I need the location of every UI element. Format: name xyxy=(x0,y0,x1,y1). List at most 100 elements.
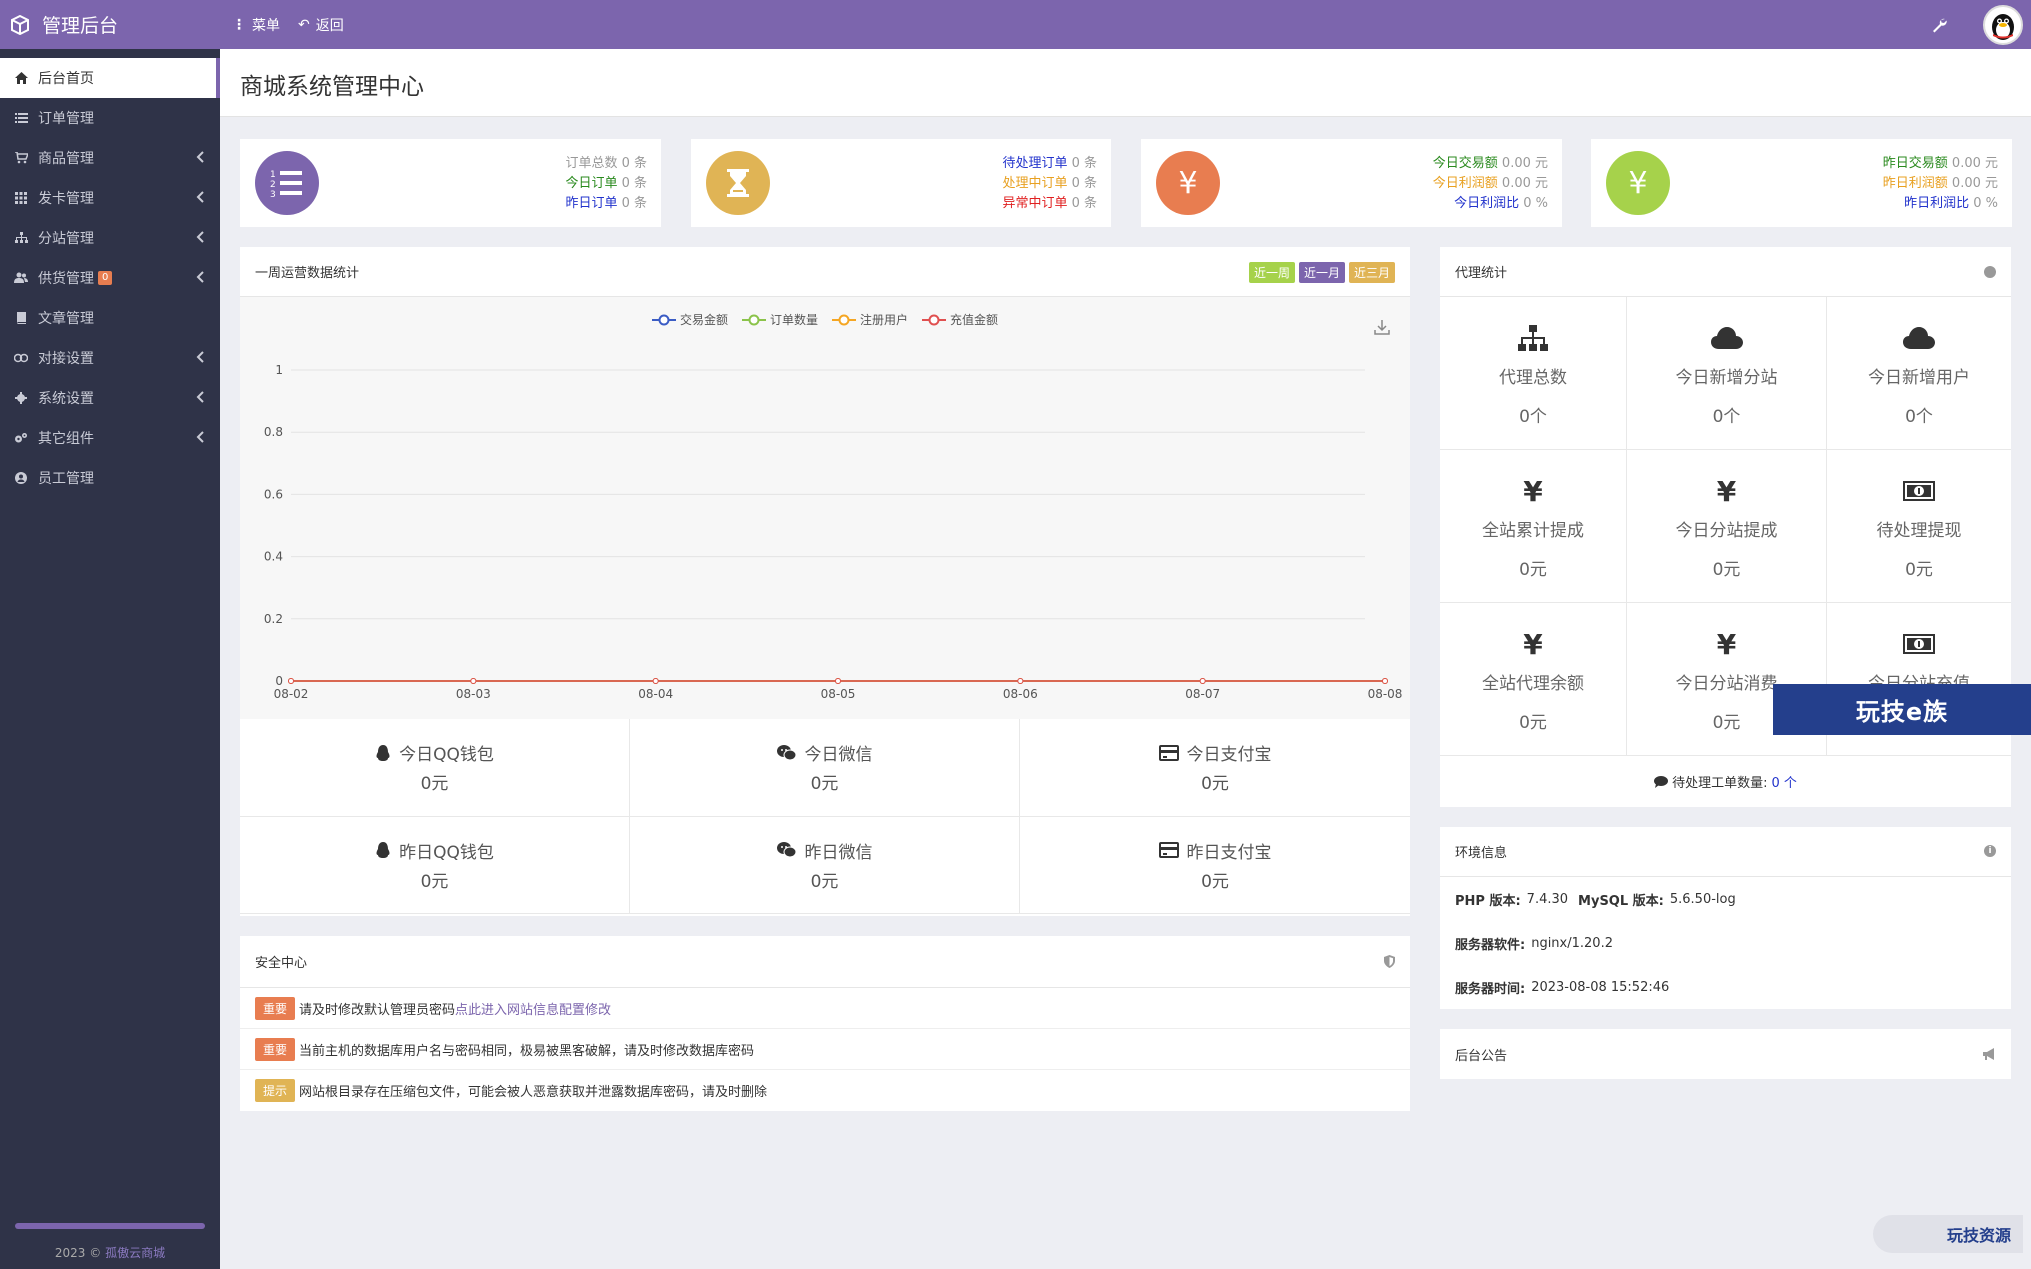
bullhorn-icon xyxy=(1983,1048,1994,1060)
data-point[interactable] xyxy=(652,678,659,684)
agent-label: 今日分站消费 xyxy=(1675,674,1778,694)
gear-icon xyxy=(14,391,28,405)
env-panel-header: 环境信息 i xyxy=(1440,827,2011,877)
tab-month[interactable]: 近一月 xyxy=(1298,262,1345,283)
tab-week[interactable]: 近一周 xyxy=(1248,262,1295,283)
count-badge: 0 xyxy=(98,271,113,285)
qq-icon xyxy=(376,842,390,859)
sidebar-item[interactable]: 订单管理 xyxy=(0,98,220,138)
env-info-panel: 环境信息 i PHP 版本: 7.4.30 MySQL 版本: 5.6.50-log… xyxy=(1440,827,2011,1009)
home-icon xyxy=(14,71,28,85)
brand[interactable]: 管理后台 xyxy=(0,0,220,49)
plug-icon xyxy=(14,351,28,365)
agent-label: 全站代理余额 xyxy=(1482,674,1584,694)
y-tick-label: 0.8 xyxy=(264,425,283,439)
sidebar-item-label: 订单管理 xyxy=(38,111,94,127)
yen-icon: ¥ xyxy=(1523,627,1543,661)
info-icon: i xyxy=(1984,845,1996,857)
data-point[interactable] xyxy=(1382,678,1388,684)
env-row-time: 服务器时间: 2023-08-08 15:52:46 xyxy=(1440,965,2011,1009)
stat-label: 异常中订单 xyxy=(1002,196,1068,211)
sidebar-item[interactable]: 供货管理 0 xyxy=(0,258,220,298)
wechat-icon xyxy=(776,842,796,858)
list-ol-icon: 123 xyxy=(255,151,319,215)
yen-icon: ¥ xyxy=(1606,151,1670,215)
agent-value: 0个 xyxy=(1519,407,1547,427)
page-title: 商城系统管理中心 xyxy=(240,74,424,100)
stat-label: 昨日利润额 xyxy=(1882,176,1948,191)
payment-grid: 今日QQ钱包 0元 今日微信 0元 今日支付宝 0元 昨日QQ钱包 0元 昨日微… xyxy=(240,719,1410,914)
cogs-icon xyxy=(14,431,28,445)
data-point[interactable] xyxy=(470,678,477,684)
agent-value: 0元 xyxy=(1712,713,1741,733)
footer-link[interactable]: 孤傲云商城 xyxy=(105,1246,165,1260)
sidebar-item[interactable]: 分站管理 xyxy=(0,218,220,258)
sidebar-item[interactable]: 后台首页 xyxy=(0,58,220,98)
grid-icon xyxy=(14,191,28,205)
watermark-logo: 玩技e族 xyxy=(1773,684,2031,735)
sidebar-item[interactable]: 系统设置 xyxy=(0,378,220,418)
stat-label: 今日订单 xyxy=(565,176,618,191)
cube-icon xyxy=(11,14,29,35)
sidebar-item[interactable]: 员工管理 xyxy=(0,458,220,498)
pay-label: 今日QQ钱包 xyxy=(399,745,494,766)
sitemap-icon xyxy=(14,231,28,245)
pay-value: 0元 xyxy=(420,871,449,892)
chevron-left-icon xyxy=(196,191,204,203)
stat-label: 今日利润比 xyxy=(1454,196,1520,211)
hourglass-icon xyxy=(706,151,770,215)
pay-cell-qq-today: 今日QQ钱包 0元 xyxy=(240,719,630,817)
data-point[interactable] xyxy=(1017,678,1024,684)
sitemap-icon xyxy=(1518,323,1548,353)
sidebar-item-label: 文章管理 xyxy=(38,311,94,327)
sidebar-item[interactable]: 文章管理 xyxy=(0,298,220,338)
x-tick-label: 08-05 xyxy=(821,687,856,701)
wrench-icon[interactable] xyxy=(1931,17,1947,33)
agent-cell: ¥ 全站累计提成 0元 xyxy=(1440,450,1627,603)
pay-label: 今日微信 xyxy=(804,745,873,766)
agent-cell: 待处理提现 0元 xyxy=(1827,450,2011,603)
security-tag: 提示 xyxy=(255,1079,296,1102)
security-config-link[interactable]: 点此进入网站信息配置修改 xyxy=(455,999,611,1018)
sidebar-item[interactable]: 对接设置 xyxy=(0,338,220,378)
chevron-left-icon xyxy=(196,271,204,283)
avatar[interactable] xyxy=(1983,5,2023,45)
security-text: 请及时修改默认管理员密码 xyxy=(299,1002,456,1018)
agent-label: 今日新增分站 xyxy=(1675,368,1778,388)
ellipsis-v-icon: ⋮ xyxy=(232,16,246,33)
stat-label: 昨日交易额 xyxy=(1882,156,1948,171)
agent-value: 0元 xyxy=(1712,560,1741,580)
page-header: 商城系统管理中心 xyxy=(220,49,2031,117)
sidebar-item[interactable]: 其它组件 xyxy=(0,418,220,458)
sidebar-item-label: 其它组件 xyxy=(38,431,94,447)
sidebar-item[interactable]: 发卡管理 xyxy=(0,178,220,218)
penguin-icon xyxy=(1992,14,2014,40)
menu-toggle-button[interactable]: ⋮ 菜单 xyxy=(232,15,280,35)
server-value: nginx/1.20.2 xyxy=(1531,935,1613,951)
comment-icon xyxy=(1654,775,1669,788)
data-point[interactable] xyxy=(1199,678,1206,684)
ticket-row[interactable]: 待处理工单数量: 0 个 xyxy=(1440,756,2011,807)
yen-icon: ¥ xyxy=(1523,474,1543,508)
data-point[interactable] xyxy=(288,678,294,684)
x-tick-label: 08-07 xyxy=(1185,687,1220,701)
sidebar-item-label: 对接设置 xyxy=(38,351,94,367)
pay-label: 昨日QQ钱包 xyxy=(399,842,494,863)
yen-glyph: ¥ xyxy=(1178,165,1198,201)
user-circle-icon xyxy=(14,471,28,485)
chevron-left-icon xyxy=(196,231,204,243)
data-point[interactable] xyxy=(835,678,841,684)
chevron-left-icon xyxy=(196,351,204,363)
back-button[interactable]: ↶ 返回 xyxy=(298,15,344,35)
stat-value: 0.00 元 xyxy=(1951,176,1998,191)
stat-value: 0.00 元 xyxy=(1501,156,1548,171)
sidebar-item[interactable]: 商品管理 xyxy=(0,138,220,178)
pay-label: 昨日微信 xyxy=(804,842,873,863)
agent-label: 今日分站提成 xyxy=(1675,521,1778,541)
sidebar-item-label: 供货管理 xyxy=(38,271,94,287)
tab-three-months[interactable]: 近三月 xyxy=(1348,262,1395,283)
notice-panel-header: 后台公告 xyxy=(1440,1029,2011,1079)
ticket-label: 待处理工单数量: xyxy=(1672,776,1768,791)
line-chart: 0 0.2 0.4 0.6 0.8 1 08-02 08-03 08-04 08-05 08-06 0… xyxy=(264,363,1403,701)
stat-value: 0.00 元 xyxy=(1951,156,1998,171)
